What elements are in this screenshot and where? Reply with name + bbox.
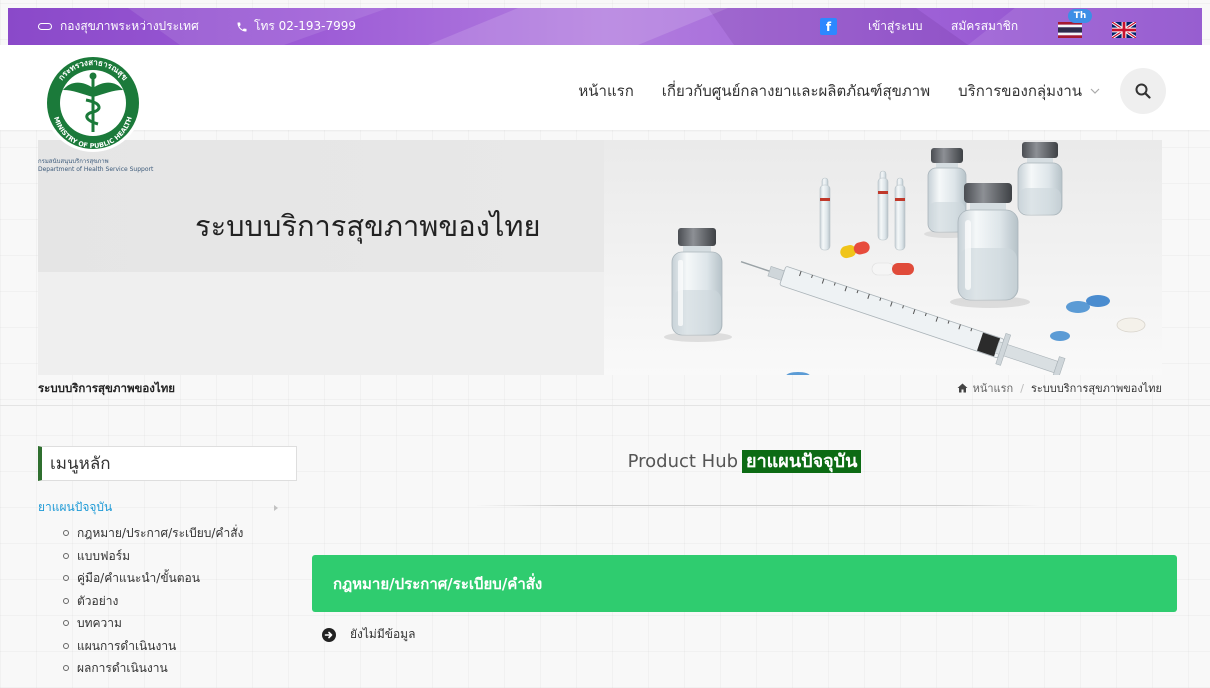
cloud-icon	[38, 23, 52, 30]
ministry-logo[interactable]: กระทรวงสาธารณสุข MINISTRY OF PUBLIC HEAL…	[40, 52, 146, 154]
topbar-facet	[428, 8, 728, 45]
medical-vials-illustration	[38, 140, 1162, 375]
sidebar-item[interactable]: ตัวอย่าง	[63, 590, 243, 613]
sidebar-item-label: ตัวอย่าง	[77, 593, 119, 608]
empty-state-text: ยังไม่มีข้อมูล	[350, 627, 416, 641]
org-link-label: กองสุขภาพระหว่างประเทศ	[60, 19, 199, 33]
nav-home[interactable]: หน้าแรก	[578, 79, 633, 103]
breadcrumb-current: ระบบบริการสุขภาพของไทย	[1030, 382, 1162, 395]
sidebar-item[interactable]: คู่มือ/คำแนะนำ/ขั้นตอน	[63, 567, 243, 590]
hero-banner: ระบบบริการสุขภาพของไทย	[38, 140, 1162, 375]
ampoule	[877, 170, 889, 241]
category-highlight: ยาแผนปัจจุบัน	[742, 450, 862, 473]
sidebar-category[interactable]: ยาแผนปัจจุบัน	[38, 498, 297, 517]
department-name-english: Department of Health Service Support	[38, 166, 154, 173]
nav-about[interactable]: เกี่ยวกับศูนย์กลางยาและผลิตภัณฑ์สุขภาพ	[662, 79, 930, 103]
empty-state: ยังไม่มีข้อมูล	[322, 625, 415, 644]
tablet-pill	[1050, 331, 1070, 341]
ampoule	[894, 177, 906, 251]
sidebar-heading: เมนูหลัก	[38, 446, 297, 481]
breadcrumb-separator: /	[1020, 381, 1024, 395]
banner-title: ระบบบริการสุขภาพของไทย	[195, 209, 541, 243]
nav-services[interactable]: บริการของกลุ่มงาน	[958, 79, 1100, 103]
section-divider	[0, 405, 1210, 406]
circle-bullet-icon	[63, 530, 69, 537]
search-icon	[1135, 83, 1151, 99]
circle-bullet-icon	[63, 642, 69, 649]
sidebar-heading-label: เมนูหลัก	[50, 454, 111, 474]
circle-bullet-icon	[63, 575, 69, 582]
org-link[interactable]: กองสุขภาพระหว่างประเทศ	[38, 8, 199, 45]
department-name-thai: กรมสนับสนุนบริการสุขภาพ	[38, 158, 109, 165]
sidebar-category-label: ยาแผนปัจจุบัน	[38, 500, 113, 514]
phone-label: โทร 02-193-7999	[254, 19, 356, 33]
facebook-icon[interactable]: f	[820, 18, 837, 35]
tablet-pill	[1116, 317, 1146, 333]
chevron-down-icon	[1090, 88, 1100, 94]
circle-bullet-icon	[63, 597, 69, 604]
ampoule	[819, 177, 831, 251]
tablet-pill	[1086, 295, 1110, 307]
sidebar-item[interactable]: แบบฟอร์ม	[63, 545, 243, 568]
breadcrumb-home-label: หน้าแรก	[972, 382, 1014, 395]
language-badge: Th	[1068, 9, 1092, 23]
sidebar-item-label: ผลการดำเนินงาน	[77, 661, 168, 675]
top-bar: กองสุขภาพระหว่างประเทศ โทร 02-193-7999 f…	[8, 8, 1202, 45]
sidebar-item-label: กฎหมาย/ประกาศ/ระเบียบ/คำสั่ง	[77, 526, 244, 540]
phone-icon	[237, 22, 247, 31]
home-icon	[957, 383, 968, 393]
circle-bullet-icon	[63, 552, 69, 559]
sidebar-item-label: แบบฟอร์ม	[77, 548, 131, 563]
phone-contact: โทร 02-193-7999	[236, 8, 356, 45]
uk-flag-icon[interactable]	[1111, 20, 1137, 40]
tablet-pill	[1066, 301, 1090, 313]
sidebar-item[interactable]: ผลการดำเนินงาน	[63, 657, 243, 680]
sidebar-item[interactable]: บทความ	[63, 612, 243, 635]
product-hub-heading: Product Hub ยาแผนปัจจุบัน	[312, 450, 1177, 474]
section-title: กฎหมาย/ประกาศ/ระเบียบ/คำสั่ง	[333, 574, 543, 593]
register-link[interactable]: สมัครสมาชิก	[951, 8, 1018, 45]
department-name: กรมสนับสนุนบริการสุขภาพ Department of He…	[38, 158, 153, 174]
search-button[interactable]	[1120, 68, 1166, 114]
sidebar-item[interactable]: กฎหมาย/ประกาศ/ระเบียบ/คำสั่ง	[63, 522, 243, 545]
section-header: กฎหมาย/ประกาศ/ระเบียบ/คำสั่ง	[312, 555, 1177, 612]
login-link[interactable]: เข้าสู่ระบบ	[868, 8, 923, 45]
thai-flag-icon[interactable]	[1057, 22, 1083, 38]
sidebar-item-label: บทความ	[77, 616, 122, 630]
caret-right-icon	[274, 504, 278, 511]
sidebar-submenu: กฎหมาย/ประกาศ/ระเบียบ/คำสั่ง แบบฟอร์ม คู…	[63, 522, 243, 680]
sidebar-item-label: คู่มือ/คำแนะนำ/ขั้นตอน	[77, 571, 200, 585]
arrow-circle-right-icon	[322, 627, 336, 642]
page-title: ระบบบริการสุขภาพของไทย	[38, 381, 176, 395]
topbar-facet	[708, 8, 968, 45]
product-hub-label: Product Hub	[627, 451, 739, 472]
main-nav: หน้าแรก เกี่ยวกับศูนย์กลางยาและผลิตภัณฑ์…	[578, 78, 1100, 104]
sidebar-item[interactable]: แผนการดำเนินงาน	[63, 635, 243, 658]
sidebar-item-label: แผนการดำเนินงาน	[77, 638, 177, 653]
nav-services-label: บริการของกลุ่มงาน	[958, 82, 1082, 100]
heading-underline	[475, 505, 1040, 506]
circle-bullet-icon	[63, 620, 69, 627]
circle-bullet-icon	[63, 665, 69, 672]
breadcrumb-home[interactable]: หน้าแรก	[957, 379, 1014, 397]
vial	[1017, 142, 1063, 216]
breadcrumb: หน้าแรก / ระบบบริการสุขภาพของไทย	[957, 379, 1162, 397]
